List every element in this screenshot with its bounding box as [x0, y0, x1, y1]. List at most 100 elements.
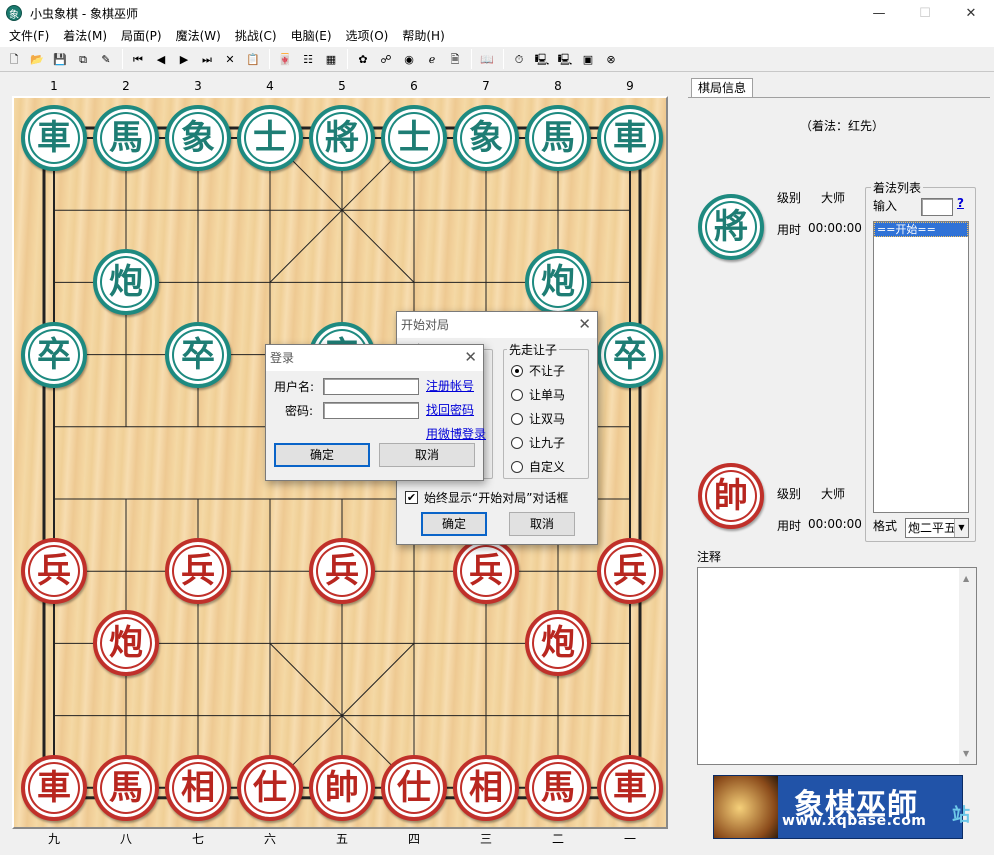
username-input[interactable]	[323, 378, 419, 395]
edit-position-button[interactable]: 🀄	[274, 48, 296, 70]
login-cancel-button[interactable]: 取消	[379, 443, 475, 467]
bottom-player-avatar: 帥	[698, 463, 764, 529]
black-piece[interactable]: 馬	[525, 105, 591, 171]
red-piece[interactable]: 仕	[237, 754, 303, 821]
login-ok-button[interactable]: 确定	[274, 443, 370, 467]
menu-item-2[interactable]: 局面(P)	[114, 26, 169, 46]
recover-password-link[interactable]: 找回密码	[426, 401, 474, 418]
move-list[interactable]: ==开始==	[873, 221, 969, 513]
file-number: 5	[338, 79, 346, 93]
close-button[interactable]: ✕	[948, 0, 994, 26]
red-piece[interactable]: 兵	[21, 538, 87, 605]
maximize-button[interactable]: ☐	[902, 0, 948, 26]
black-piece[interactable]: 士	[237, 105, 303, 171]
black-piece[interactable]: 炮	[93, 249, 159, 316]
minimize-button[interactable]: —	[856, 0, 902, 26]
black-piece[interactable]: 馬	[93, 105, 159, 171]
always-show-label: 始终显示“开始对局”对话框	[424, 491, 569, 505]
stop-icon: ⊗	[606, 52, 616, 66]
xqwizard-banner[interactable]: 象棋巫師	[713, 775, 963, 839]
piece-label: 象	[181, 118, 215, 158]
black-piece[interactable]: 將	[309, 105, 375, 171]
weibo-login-link[interactable]: 用微博登录	[426, 425, 486, 442]
next-move-button[interactable]: ▶	[173, 48, 195, 70]
password-input[interactable]	[323, 402, 419, 419]
copy-button[interactable]: ⧉	[72, 48, 94, 70]
black-piece[interactable]: 卒	[597, 321, 663, 388]
red-piece[interactable]: 兵	[453, 538, 519, 605]
start-ok-button[interactable]: 确定	[421, 512, 487, 536]
piece-label: 卒	[613, 334, 647, 375]
menu-item-7[interactable]: 帮助(H)	[395, 26, 451, 46]
handicap-option[interactable]: 让单马	[511, 386, 565, 403]
book-button[interactable]: 📖	[476, 48, 498, 70]
last-move-button[interactable]: ⏭	[196, 48, 218, 70]
close-icon[interactable]: ✕	[464, 348, 477, 366]
clock-button[interactable]: ⏱	[508, 48, 530, 70]
register-link[interactable]: 注册帐号	[426, 377, 474, 394]
help-link[interactable]: ?	[957, 196, 964, 210]
black-piece[interactable]: 象	[453, 105, 519, 171]
notes-textarea[interactable]: ▲ ▼	[697, 567, 977, 765]
black-piece[interactable]: 卒	[21, 321, 87, 388]
chevron-down-icon[interactable]: ▼	[954, 519, 968, 537]
prev-move-button[interactable]: ◀	[150, 48, 172, 70]
handicap-option[interactable]: 不让子	[511, 362, 565, 379]
menu-item-4[interactable]: 挑战(C)	[228, 26, 284, 46]
computer2-button[interactable]: 🖳	[554, 48, 576, 70]
open-button[interactable]: 📂	[26, 48, 48, 70]
black-piece[interactable]: 士	[381, 105, 447, 171]
stop-button[interactable]: ⊗	[600, 48, 622, 70]
red-piece[interactable]: 仕	[381, 754, 447, 821]
ie-button[interactable]: ℯ	[421, 48, 443, 70]
red-piece[interactable]: 兵	[309, 538, 375, 605]
monitor-button[interactable]: ▣	[577, 48, 599, 70]
handicap-option[interactable]: 让双马	[511, 410, 565, 427]
menu-item-0[interactable]: 文件(F)	[2, 26, 56, 46]
menu-item-3[interactable]: 魔法(W)	[169, 26, 228, 46]
properties-button[interactable]: ✎	[95, 48, 117, 70]
document-button[interactable]: 🗎	[444, 48, 466, 70]
always-show-checkbox[interactable]: ✔ 始终显示“开始对局”对话框	[405, 489, 568, 506]
weibo-button[interactable]: ◉	[398, 48, 420, 70]
red-piece[interactable]: 炮	[525, 610, 591, 677]
tree-button[interactable]: ☷	[297, 48, 319, 70]
computer-button[interactable]: 🖳	[531, 48, 553, 70]
start-cancel-button[interactable]: 取消	[509, 512, 575, 536]
tab-game-info[interactable]: 棋局信息	[691, 78, 754, 98]
table-button[interactable]: ▦	[320, 48, 342, 70]
red-piece[interactable]: 馬	[525, 754, 591, 821]
menu-item-5[interactable]: 电脑(E)	[284, 26, 339, 46]
red-piece[interactable]: 馬	[93, 754, 159, 821]
handicap-option[interactable]: 让九子	[511, 434, 565, 451]
black-piece[interactable]: 車	[597, 105, 663, 171]
red-piece[interactable]: 帥	[309, 754, 375, 821]
red-piece[interactable]: 兵	[165, 538, 231, 605]
red-piece[interactable]: 相	[453, 754, 519, 821]
format-select[interactable]: 炮二平五 ▼	[905, 518, 969, 538]
black-piece[interactable]: 象	[165, 105, 231, 171]
black-piece[interactable]: 卒	[165, 321, 231, 388]
red-piece[interactable]: 兵	[597, 538, 663, 605]
handicap-option[interactable]: 自定义	[511, 458, 565, 475]
close-icon[interactable]: ✕	[578, 315, 591, 333]
menu-item-1[interactable]: 着法(M)	[56, 26, 114, 46]
first-move-button[interactable]: ⏮	[127, 48, 149, 70]
black-piece[interactable]: 炮	[525, 249, 591, 316]
menu-item-6[interactable]: 选项(O)	[339, 26, 396, 46]
red-piece[interactable]: 車	[597, 754, 663, 821]
delete-button[interactable]: ✕	[219, 48, 241, 70]
save-button[interactable]: 💾	[49, 48, 71, 70]
paste-button[interactable]: 📋	[242, 48, 264, 70]
color-wheel-button[interactable]: ✿	[352, 48, 374, 70]
new-button[interactable]: 🗋	[3, 48, 25, 70]
black-piece[interactable]: 車	[21, 105, 87, 171]
network-button[interactable]: ☍	[375, 48, 397, 70]
red-piece[interactable]: 炮	[93, 610, 159, 677]
red-piece[interactable]: 車	[21, 754, 87, 821]
format-value: 炮二平五	[908, 521, 957, 535]
red-piece[interactable]: 相	[165, 754, 231, 821]
move-list-item[interactable]: ==开始==	[874, 222, 968, 237]
move-input-field[interactable]	[921, 198, 953, 216]
notes-scrollbar[interactable]: ▲ ▼	[959, 568, 976, 764]
